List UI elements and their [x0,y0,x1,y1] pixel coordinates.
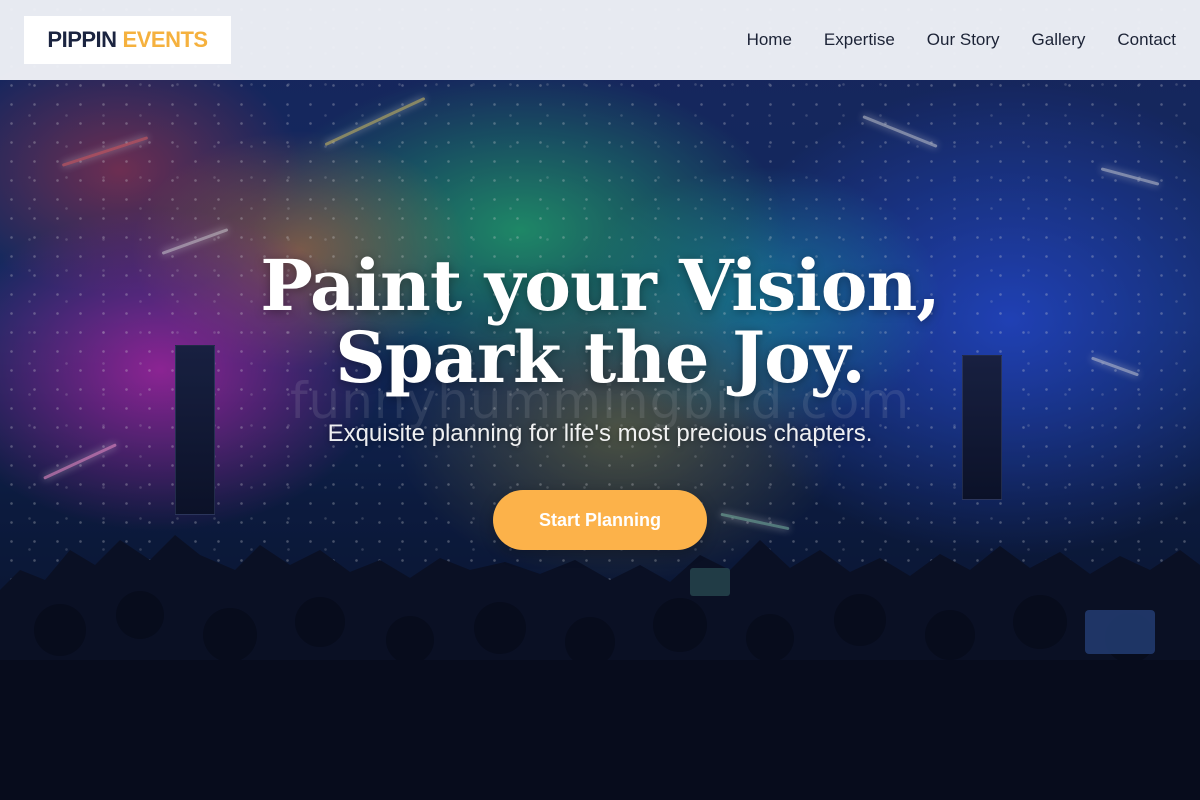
nav-link-our-story[interactable]: Our Story [927,30,1000,50]
nav-link-contact[interactable]: Contact [1117,30,1176,50]
hero-content: Paint your Vision, Spark the Joy. Exquis… [0,0,1200,800]
nav-link-expertise[interactable]: Expertise [824,30,895,50]
hero-subheadline: Exquisite planning for life's most preci… [327,420,873,447]
logo-text-accent: EVENTS [122,27,209,52]
nav-link-gallery[interactable]: Gallery [1032,30,1086,50]
brand-logo[interactable]: PIPPIN EVENTS [24,16,231,64]
logo-text-primary: PIPPIN [47,27,117,52]
hero-headline: Paint your Vision, Spark the Joy. [260,244,940,399]
site-header: PIPPIN EVENTS Home Expertise Our Story G… [0,0,1200,80]
nav-link-home[interactable]: Home [747,30,792,50]
main-nav: Home Expertise Our Story Gallery Contact [747,0,1176,80]
start-planning-button[interactable]: Start Planning [493,490,707,550]
